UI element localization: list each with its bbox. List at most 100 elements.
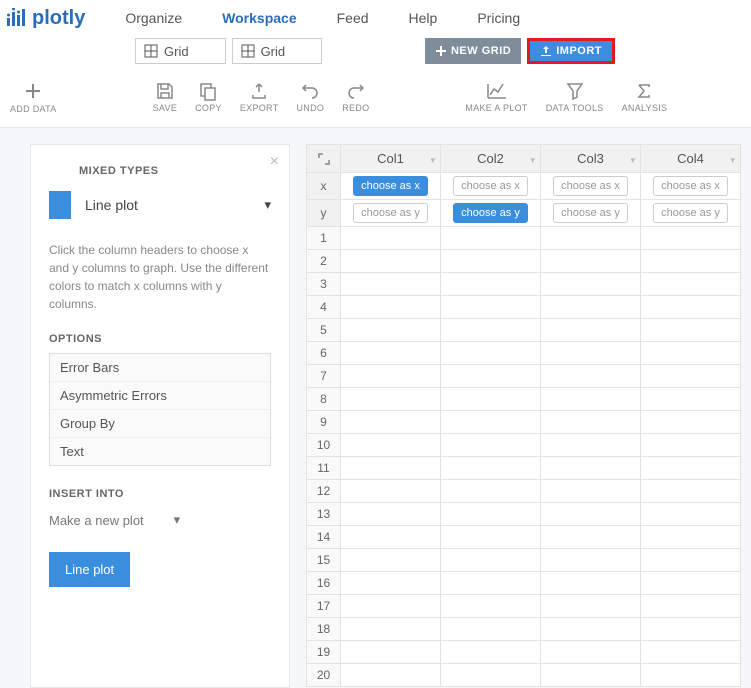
cell[interactable] [641, 434, 741, 457]
row-header[interactable]: 7 [307, 365, 341, 388]
cell[interactable] [641, 365, 741, 388]
cell[interactable] [541, 319, 641, 342]
cell[interactable] [341, 434, 441, 457]
cell[interactable] [441, 503, 541, 526]
cell[interactable] [441, 457, 541, 480]
cell[interactable] [341, 250, 441, 273]
row-header[interactable]: 12 [307, 480, 341, 503]
nav-organize[interactable]: Organize [125, 10, 182, 26]
row-header[interactable]: 8 [307, 388, 341, 411]
row-header[interactable]: 19 [307, 641, 341, 664]
cell[interactable] [341, 526, 441, 549]
cell[interactable] [441, 480, 541, 503]
choose-y-col3[interactable]: choose as y [553, 203, 628, 223]
cell[interactable] [641, 618, 741, 641]
cell[interactable] [641, 296, 741, 319]
cell[interactable] [541, 664, 641, 687]
cell[interactable] [641, 641, 741, 664]
cell[interactable] [641, 411, 741, 434]
column-header-1[interactable]: Col1▾ [341, 145, 441, 173]
export-tool[interactable]: EXPORT [240, 81, 279, 113]
undo-tool[interactable]: UNDO [297, 81, 325, 113]
cell[interactable] [441, 618, 541, 641]
data-tools-tool[interactable]: DATA TOOLS [546, 81, 604, 113]
cell[interactable] [641, 319, 741, 342]
nav-help[interactable]: Help [409, 10, 438, 26]
save-tool[interactable]: SAVE [153, 81, 178, 113]
cell[interactable] [641, 503, 741, 526]
row-header[interactable]: 2 [307, 250, 341, 273]
cell[interactable] [341, 319, 441, 342]
cell[interactable] [441, 549, 541, 572]
cell[interactable] [341, 618, 441, 641]
choose-y-col4[interactable]: choose as y [653, 203, 728, 223]
cell[interactable] [441, 572, 541, 595]
cell[interactable] [541, 595, 641, 618]
cell[interactable] [341, 388, 441, 411]
cell[interactable] [641, 273, 741, 296]
cell[interactable] [641, 457, 741, 480]
cell[interactable] [441, 411, 541, 434]
cell[interactable] [441, 388, 541, 411]
cell[interactable] [341, 503, 441, 526]
line-plot-button[interactable]: Line plot [49, 552, 130, 587]
cell[interactable] [341, 273, 441, 296]
option-text[interactable]: Text [50, 438, 270, 465]
column-header-3[interactable]: Col3▾ [541, 145, 641, 173]
cell[interactable] [441, 664, 541, 687]
cell[interactable] [341, 342, 441, 365]
cell[interactable] [541, 227, 641, 250]
row-header[interactable]: 6 [307, 342, 341, 365]
cell[interactable] [541, 250, 641, 273]
cell[interactable] [441, 595, 541, 618]
row-header[interactable]: 4 [307, 296, 341, 319]
row-header[interactable]: 5 [307, 319, 341, 342]
cell[interactable] [341, 664, 441, 687]
tab-grid-2[interactable]: Grid [232, 38, 323, 64]
cell[interactable] [341, 227, 441, 250]
row-header[interactable]: 20 [307, 664, 341, 687]
cell[interactable] [341, 365, 441, 388]
row-header[interactable]: 17 [307, 595, 341, 618]
cell[interactable] [541, 273, 641, 296]
cell[interactable] [341, 572, 441, 595]
cell[interactable] [541, 641, 641, 664]
choose-x-col3[interactable]: choose as x [553, 176, 628, 196]
cell[interactable] [641, 480, 741, 503]
grid-corner[interactable] [307, 145, 341, 173]
cell[interactable] [641, 595, 741, 618]
cell[interactable] [541, 503, 641, 526]
cell[interactable] [641, 227, 741, 250]
choose-y-col2[interactable]: choose as y [453, 203, 528, 223]
cell[interactable] [541, 549, 641, 572]
column-header-4[interactable]: Col4▾ [641, 145, 741, 173]
logo[interactable]: plotly [6, 7, 85, 30]
analysis-tool[interactable]: ANALYSIS [622, 81, 668, 113]
row-header[interactable]: 11 [307, 457, 341, 480]
cell[interactable] [341, 641, 441, 664]
cell[interactable] [541, 434, 641, 457]
cell[interactable] [641, 388, 741, 411]
row-header[interactable]: 15 [307, 549, 341, 572]
cell[interactable] [341, 549, 441, 572]
cell[interactable] [541, 411, 641, 434]
choose-x-col4[interactable]: choose as x [653, 176, 728, 196]
import-button[interactable]: IMPORT [527, 38, 615, 64]
cell[interactable] [541, 365, 641, 388]
cell[interactable] [541, 342, 641, 365]
cell[interactable] [341, 595, 441, 618]
row-header[interactable]: 9 [307, 411, 341, 434]
cell[interactable] [441, 273, 541, 296]
cell[interactable] [441, 365, 541, 388]
add-data-tool[interactable]: ADD DATA [10, 80, 57, 114]
cell[interactable] [441, 319, 541, 342]
plot-type-selector[interactable]: Line plot ▾ [49, 191, 271, 219]
row-header[interactable]: 10 [307, 434, 341, 457]
option-asymmetric-errors[interactable]: Asymmetric Errors [50, 382, 270, 410]
cell[interactable] [541, 572, 641, 595]
nav-workspace[interactable]: Workspace [222, 10, 296, 26]
cell[interactable] [441, 434, 541, 457]
cell[interactable] [441, 342, 541, 365]
tab-grid-1[interactable]: Grid [135, 38, 226, 64]
row-header[interactable]: 1 [307, 227, 341, 250]
